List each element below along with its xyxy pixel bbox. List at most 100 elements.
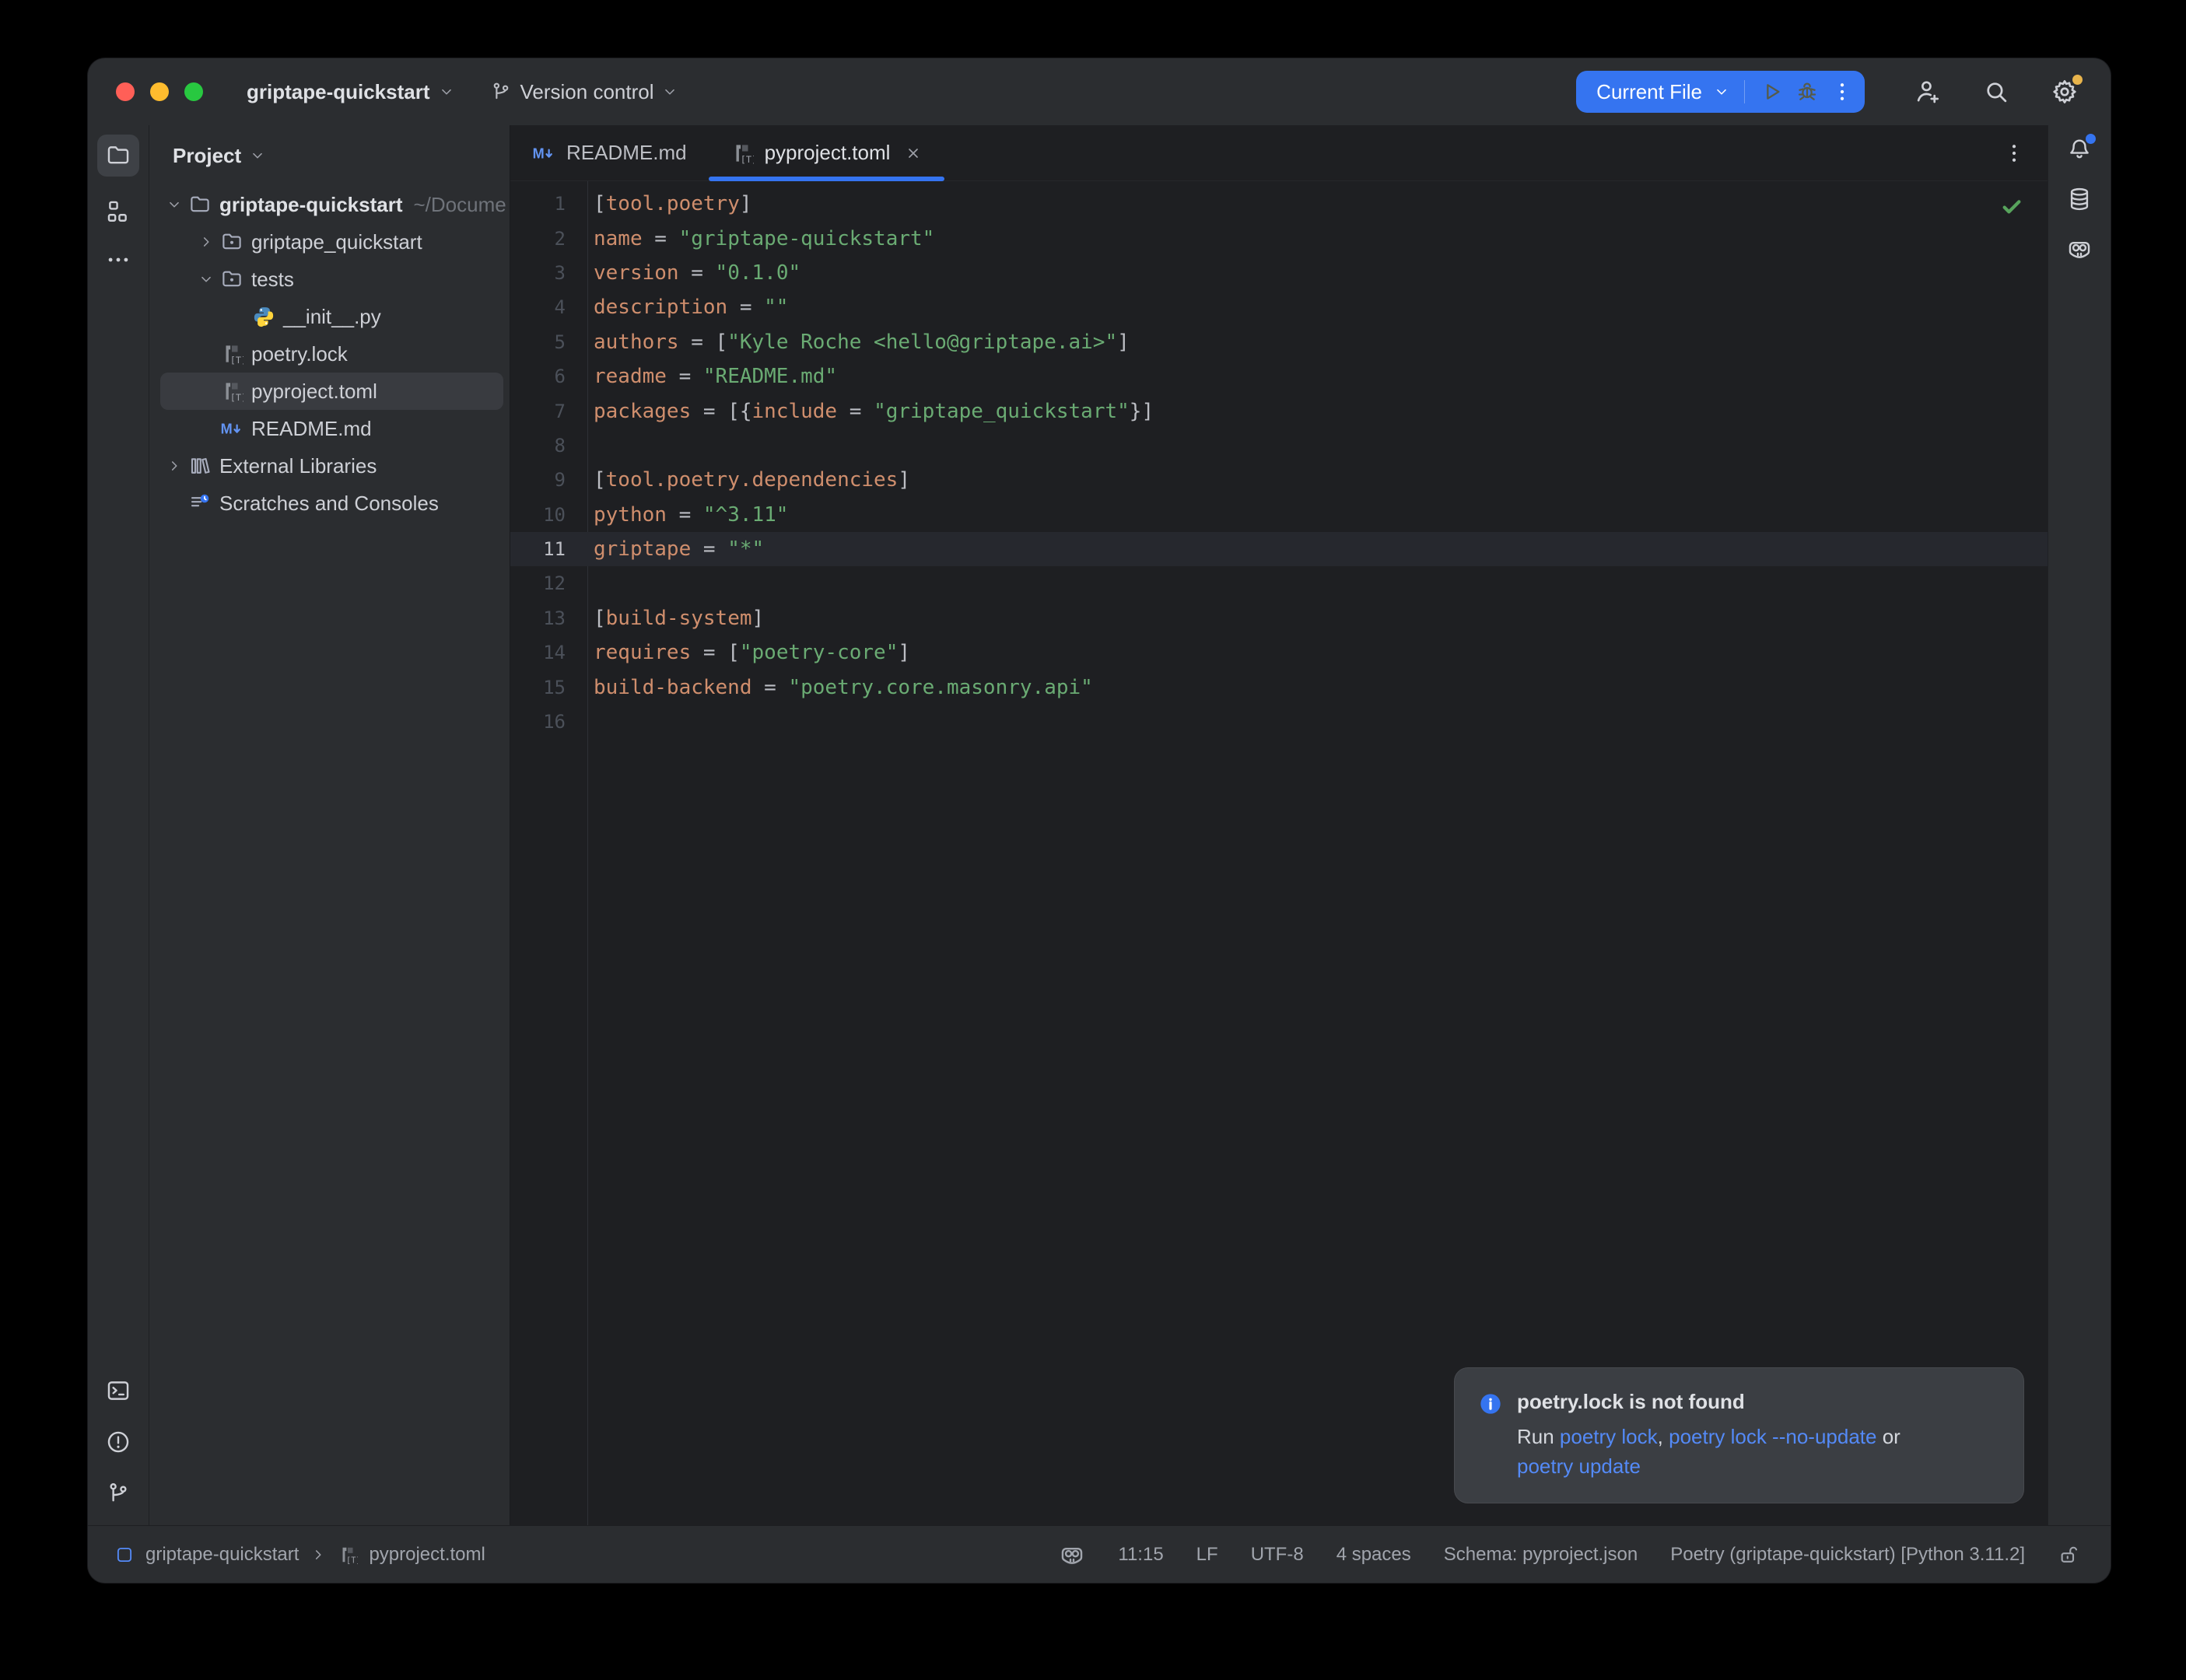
close-window-button[interactable] (116, 82, 135, 101)
code-line-10[interactable]: 10python = "^3.11" (510, 498, 2048, 532)
tab-label: README.md (566, 141, 687, 165)
tree-item-tests[interactable]: tests (160, 261, 503, 298)
breadcrumb: griptape-quickstart [T] pyproject.toml (114, 1544, 485, 1566)
version-control-icon[interactable] (105, 1480, 131, 1507)
code-line-9[interactable]: 9[tool.poetry.dependencies] (510, 463, 2048, 497)
code-line-6[interactable]: 6readme = "README.md" (510, 359, 2048, 394)
tree-item-readme-md[interactable]: MREADME.md (160, 410, 503, 447)
folder-icon (188, 193, 212, 216)
tree-item-label: __init__.py (283, 305, 381, 329)
line-number[interactable]: 3 (510, 262, 587, 284)
problems-icon[interactable] (105, 1429, 131, 1455)
status-items: 11:15 LF UTF-8 4 spaces Schema: pyproject.js… (1118, 1544, 2025, 1566)
status-item[interactable]: Schema: pyproject.json (1444, 1544, 1638, 1566)
tree-item-scratches-and-consoles[interactable]: Scratches and Consoles (160, 485, 503, 522)
zoom-window-button[interactable] (184, 82, 203, 101)
more-icon[interactable] (105, 247, 131, 273)
search-everywhere-button[interactable] (1981, 77, 2011, 107)
status-item[interactable]: LF (1196, 1544, 1218, 1566)
status-item[interactable]: Poetry (griptape-quickstart) [Python 3.1… (1670, 1544, 2025, 1566)
terminal-icon[interactable] (105, 1377, 131, 1404)
line-number[interactable]: 5 (510, 331, 587, 353)
tab-options-button[interactable] (2002, 142, 2026, 165)
tab-readme-md[interactable]: MREADME.md (510, 125, 709, 180)
right-tool-stripe (2048, 125, 2111, 1525)
notification-body: Run poetry lock, poetry lock --no-update… (1517, 1422, 1900, 1481)
notifications-button[interactable] (2066, 136, 2093, 163)
code-line-8[interactable]: 8 (510, 429, 2048, 463)
code-line-13[interactable]: 13[build-system] (510, 601, 2048, 635)
vcs-widget[interactable]: Version control (489, 80, 679, 104)
line-number[interactable]: 12 (510, 572, 587, 594)
chevron-down-icon[interactable] (1713, 83, 1730, 100)
database-icon[interactable] (2066, 186, 2093, 212)
code-line-15[interactable]: 15build-backend = "poetry.core.masonry.a… (510, 670, 2048, 704)
code-line-12[interactable]: 12 (510, 566, 2048, 600)
line-number[interactable]: 16 (510, 711, 587, 733)
debug-button[interactable] (1795, 79, 1820, 104)
tree-item-poetry-lock[interactable]: [T]poetry.lock (160, 335, 503, 373)
code-line-7[interactable]: 7packages = [{include = "griptape_quicks… (510, 394, 2048, 428)
tree-item-griptape-quickstart[interactable]: griptape_quickstart (160, 223, 503, 261)
status-item[interactable]: 11:15 (1118, 1544, 1163, 1566)
line-number[interactable]: 14 (510, 642, 587, 663)
project-widget[interactable]: griptape-quickstart (247, 80, 455, 104)
project-tool-button[interactable] (97, 135, 139, 177)
notification-link[interactable]: poetry lock (1560, 1425, 1658, 1448)
line-number[interactable]: 10 (510, 504, 587, 526)
project-panel-title: Project (173, 144, 241, 168)
structure-icon[interactable] (105, 198, 131, 225)
code-line-text: build-backend = "poetry.core.masonry.api… (587, 676, 1093, 699)
title-bar: griptape-quickstart Version control Curr… (88, 58, 2111, 125)
scratches-icon (188, 492, 212, 515)
line-number[interactable]: 4 (510, 296, 587, 318)
toml-icon: [T] (730, 142, 754, 165)
code-line-14[interactable]: 14requires = ["poetry-core"] (510, 635, 2048, 670)
code-line-3[interactable]: 3version = "0.1.0" (510, 256, 2048, 290)
code-editor[interactable]: 1[tool.poetry]2name = "griptape-quicksta… (510, 181, 2048, 1525)
notification-link[interactable]: poetry lock --no-update (1669, 1425, 1876, 1448)
code-line-11[interactable]: 11griptape = "*" (510, 532, 2048, 566)
ai-assistant-icon[interactable] (2066, 236, 2093, 262)
status-item[interactable]: UTF-8 (1251, 1544, 1304, 1566)
chevron-right-icon[interactable] (160, 457, 188, 474)
status-item[interactable]: 4 spaces (1336, 1544, 1411, 1566)
line-number[interactable]: 7 (510, 401, 587, 422)
line-number[interactable]: 8 (510, 435, 587, 457)
chevron-down-icon[interactable] (160, 196, 188, 213)
breadcrumb-project[interactable]: griptape-quickstart (145, 1544, 299, 1566)
code-line-1[interactable]: 1[tool.poetry] (510, 187, 2048, 221)
code-line-4[interactable]: 4description = "" (510, 290, 2048, 324)
settings-button[interactable] (2050, 77, 2079, 107)
code-line-2[interactable]: 2name = "griptape-quickstart" (510, 221, 2048, 255)
tree-item-griptape-quickstart[interactable]: griptape-quickstart~/Docume (160, 186, 503, 223)
minimize-window-button[interactable] (150, 82, 169, 101)
lock-open-icon[interactable] (2058, 1543, 2081, 1566)
line-number[interactable]: 13 (510, 607, 587, 629)
tab-pyproject-toml[interactable]: [T]pyproject.toml (709, 125, 945, 180)
chevron-down-icon[interactable] (192, 271, 220, 288)
chevron-right-icon[interactable] (192, 233, 220, 250)
line-number[interactable]: 9 (510, 469, 587, 491)
copilot-status-icon[interactable] (1059, 1542, 1085, 1568)
line-number[interactable]: 15 (510, 677, 587, 698)
code-line-5[interactable]: 5authors = ["Kyle Roche <hello@griptape.… (510, 325, 2048, 359)
line-number[interactable]: 11 (510, 538, 587, 560)
run-configuration-widget: Current File (1576, 71, 1865, 113)
line-number[interactable]: 6 (510, 366, 587, 387)
line-number[interactable]: 2 (510, 228, 587, 250)
run-button[interactable] (1759, 79, 1784, 104)
line-number[interactable]: 1 (510, 193, 587, 215)
code-line-16[interactable]: 16 (510, 705, 2048, 739)
tree-item-pyproject-toml[interactable]: [T]pyproject.toml (160, 373, 503, 410)
close-tab-icon[interactable] (904, 144, 923, 163)
run-config-selector[interactable]: Current File (1596, 80, 1702, 104)
more-run-options-button[interactable] (1830, 80, 1854, 103)
notification-text: or (1876, 1425, 1900, 1448)
add-user-button[interactable] (1913, 77, 1943, 107)
notification-link[interactable]: poetry update (1517, 1454, 1641, 1478)
tree-item--init-py[interactable]: __init__.py (160, 298, 503, 335)
project-panel-header[interactable]: Project (149, 125, 510, 186)
tree-item-external-libraries[interactable]: External Libraries (160, 447, 503, 485)
breadcrumb-file[interactable]: pyproject.toml (369, 1544, 485, 1566)
